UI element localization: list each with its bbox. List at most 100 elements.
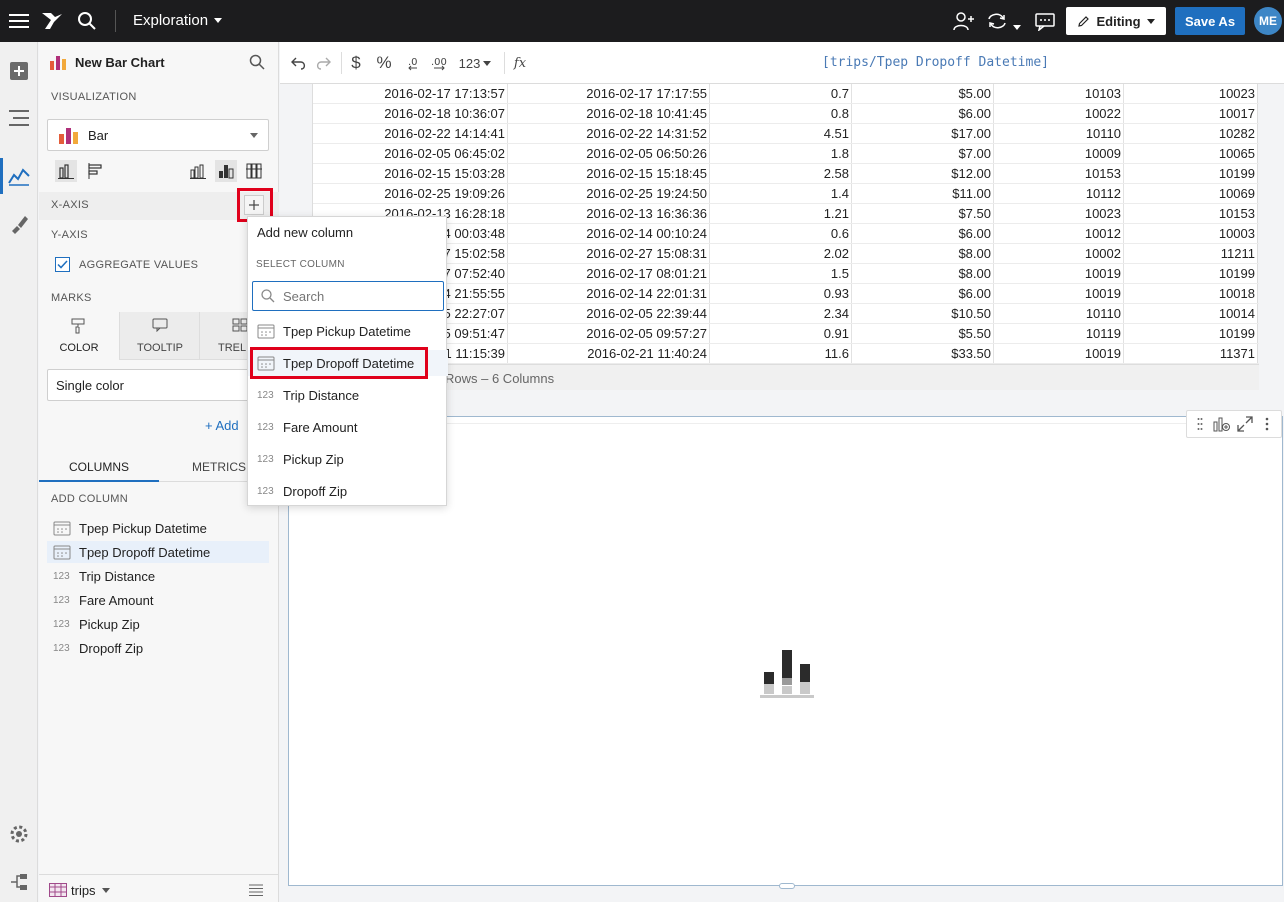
add-new-column-option[interactable]: Add new column <box>248 219 448 245</box>
element-title[interactable]: New Bar Chart <box>75 55 165 70</box>
percent-format-icon[interactable]: % <box>374 53 394 73</box>
hamburger-menu-icon[interactable] <box>7 9 31 33</box>
page-title[interactable]: Exploration <box>133 12 223 29</box>
table-cell: 1.8 <box>830 146 849 161</box>
decrease-decimals-icon[interactable]: .0 <box>404 53 426 73</box>
grouped-bar-icon[interactable] <box>187 160 209 182</box>
list-item[interactable]: 123 Trip Distance <box>47 565 269 587</box>
table-row[interactable]: 7 07:52:40 2016-02-17 08:01:21 1.5 $8.00 100… <box>313 264 1259 284</box>
avatar[interactable]: ME <box>1254 7 1282 35</box>
list-item[interactable]: Tpep Pickup Datetime <box>47 517 269 539</box>
drag-handle-icon[interactable] <box>1197 417 1203 431</box>
table-cell: 2016-02-27 15:08:31 <box>586 246 707 261</box>
rail-active-indicator <box>0 158 3 194</box>
sync-icon[interactable] <box>985 9 1009 33</box>
table-cell: 4 00:03:48 <box>443 226 505 241</box>
table-row[interactable]: 2016-02-25 19:09:26 2016-02-25 19:24:50 1.… <box>313 184 1259 204</box>
editing-mode-button[interactable]: Editing <box>1066 7 1166 35</box>
editor-panel: New Bar Chart VISUALIZATION Bar X-AXIS Y… <box>39 42 279 902</box>
undo-icon[interactable] <box>290 53 308 73</box>
add-chart-icon[interactable] <box>1212 416 1230 432</box>
table-row[interactable]: 2016-02-18 10:36:07 2016-02-18 10:41:45 0.… <box>313 104 1259 124</box>
table-row[interactable]: 7 15:02:58 2016-02-27 15:08:31 2.02 $8.00 10… <box>313 244 1259 264</box>
add-marks-button[interactable]: + Add <box>205 418 239 433</box>
logo-icon[interactable] <box>40 9 64 33</box>
table-row[interactable]: 5 22:27:07 2016-02-05 22:39:44 2.34 $10.50 1… <box>313 304 1259 324</box>
resize-handle[interactable] <box>779 883 795 889</box>
tab-columns[interactable]: COLUMNS <box>39 454 159 482</box>
table-cell: $5.50 <box>958 326 991 341</box>
table-cell: 4.51 <box>823 126 849 141</box>
comment-icon[interactable] <box>1033 9 1057 33</box>
top-bar: Exploration Editing Save As ME <box>0 0 1284 42</box>
vertical-bar-icon[interactable] <box>55 160 77 182</box>
sync-caret-icon[interactable] <box>1013 18 1021 33</box>
table-row[interactable]: 2016-02-22 14:14:41 2016-02-22 14:31:52 4.… <box>313 124 1259 144</box>
redo-icon[interactable] <box>314 53 332 73</box>
stacked-bar-icon[interactable] <box>215 160 237 182</box>
currency-format-icon[interactable]: $ <box>348 53 364 73</box>
marks-tab-color[interactable]: COLOR <box>39 312 119 360</box>
table-row[interactable]: 2016-02-05 06:45:02 2016-02-05 06:50:26 1.… <box>313 144 1259 164</box>
add-user-icon[interactable] <box>952 9 976 33</box>
table-row[interactable]: 4 00:03:48 2016-02-14 00:10:24 0.6 $6.00 100… <box>313 224 1259 244</box>
marks-tab-tooltip[interactable]: TOOLTIP <box>119 312 199 360</box>
dropdown-option[interactable]: 123 Dropoff Zip <box>248 478 448 504</box>
gear-icon[interactable] <box>7 822 31 846</box>
dropdown-option[interactable]: 123 Trip Distance <box>248 382 448 408</box>
lineage-icon[interactable] <box>7 870 31 894</box>
source-select[interactable]: trips <box>71 883 110 898</box>
list-view-icon[interactable] <box>249 884 263 896</box>
list-item[interactable]: 123 Pickup Zip <box>47 613 269 635</box>
number-type-icon: 123 <box>53 642 70 654</box>
table-cell: 2016-02-25 19:24:50 <box>586 186 707 201</box>
dropdown-option[interactable]: 123 Pickup Zip <box>248 446 448 472</box>
list-item[interactable]: 123 Dropoff Zip <box>47 637 269 659</box>
horizontal-bar-icon[interactable] <box>85 160 107 182</box>
aggregate-checkbox[interactable] <box>55 257 70 272</box>
column-search-field[interactable] <box>252 281 444 311</box>
dropdown-option[interactable]: 123 Fare Amount <box>248 414 448 440</box>
table-cell: 10110 <box>1085 126 1121 141</box>
table-row[interactable]: 1 11:15:39 2016-02-21 11:40:24 11.6 $33.50 1… <box>313 344 1259 364</box>
page-title-text: Exploration <box>133 12 209 29</box>
table-cell: 11211 <box>1220 246 1255 261</box>
table-row[interactable]: 2016-02-13 16:28:18 2016-02-13 16:36:36 1.… <box>313 204 1259 224</box>
percent-stacked-bar-icon[interactable] <box>243 160 265 182</box>
expand-icon[interactable] <box>1237 416 1253 432</box>
increase-decimals-icon[interactable]: .00 <box>430 53 452 73</box>
chevron-down-icon <box>1146 18 1155 24</box>
table-cell: 2016-02-21 11:40:24 <box>587 346 707 361</box>
save-as-button[interactable]: Save As <box>1175 7 1245 35</box>
viz-type-select[interactable]: Bar <box>47 119 269 151</box>
panel-search-icon[interactable] <box>249 54 265 70</box>
number-format-select[interactable]: 123 <box>458 53 492 73</box>
list-item[interactable]: 123 Fare Amount <box>47 589 269 611</box>
table-cell: 10019 <box>1084 286 1121 301</box>
table-row[interactable]: 2016-02-17 17:13:57 2016-02-17 17:17:55 0.… <box>313 84 1259 104</box>
outline-icon[interactable] <box>7 106 31 130</box>
option-label: Fare Amount <box>283 419 358 435</box>
table-cell: 10119 <box>1085 326 1121 341</box>
list-item[interactable]: Tpep Dropoff Datetime <box>47 541 269 563</box>
table-cell: 2016-02-05 06:50:26 <box>586 146 707 161</box>
formula-input[interactable]: [trips/Tpep Dropoff Datetime] <box>822 55 1049 70</box>
color-mode-select[interactable]: Single color <box>47 369 269 401</box>
element-properties-icon[interactable] <box>7 164 31 188</box>
table-cell: 2016-02-05 22:39:44 <box>586 306 707 321</box>
row-count-text: Rows – 6 Columns <box>445 371 555 386</box>
table-cell: 10110 <box>1085 306 1121 321</box>
search-icon[interactable] <box>75 9 99 33</box>
number-type-icon: 123 <box>257 485 274 497</box>
more-options-icon[interactable] <box>1265 417 1269 431</box>
table-row[interactable]: 4 21:55:55 2016-02-14 22:01:31 0.93 $6.00 10… <box>313 284 1259 304</box>
format-brush-icon[interactable] <box>7 212 31 236</box>
table-cell: 2016-02-25 19:09:26 <box>384 186 505 201</box>
table-row[interactable]: 5 09:51:47 2016-02-05 09:57:27 0.91 $5.50 10… <box>313 324 1259 344</box>
table-row[interactable]: 2016-02-15 15:03:28 2016-02-15 15:18:45 2.… <box>313 164 1259 184</box>
add-element-icon[interactable] <box>7 59 31 83</box>
column-search-input[interactable] <box>283 288 433 304</box>
dropdown-option[interactable]: Tpep Pickup Datetime <box>248 318 448 344</box>
chevron-down-icon <box>250 133 258 138</box>
number-type-icon: 123 <box>53 618 70 630</box>
